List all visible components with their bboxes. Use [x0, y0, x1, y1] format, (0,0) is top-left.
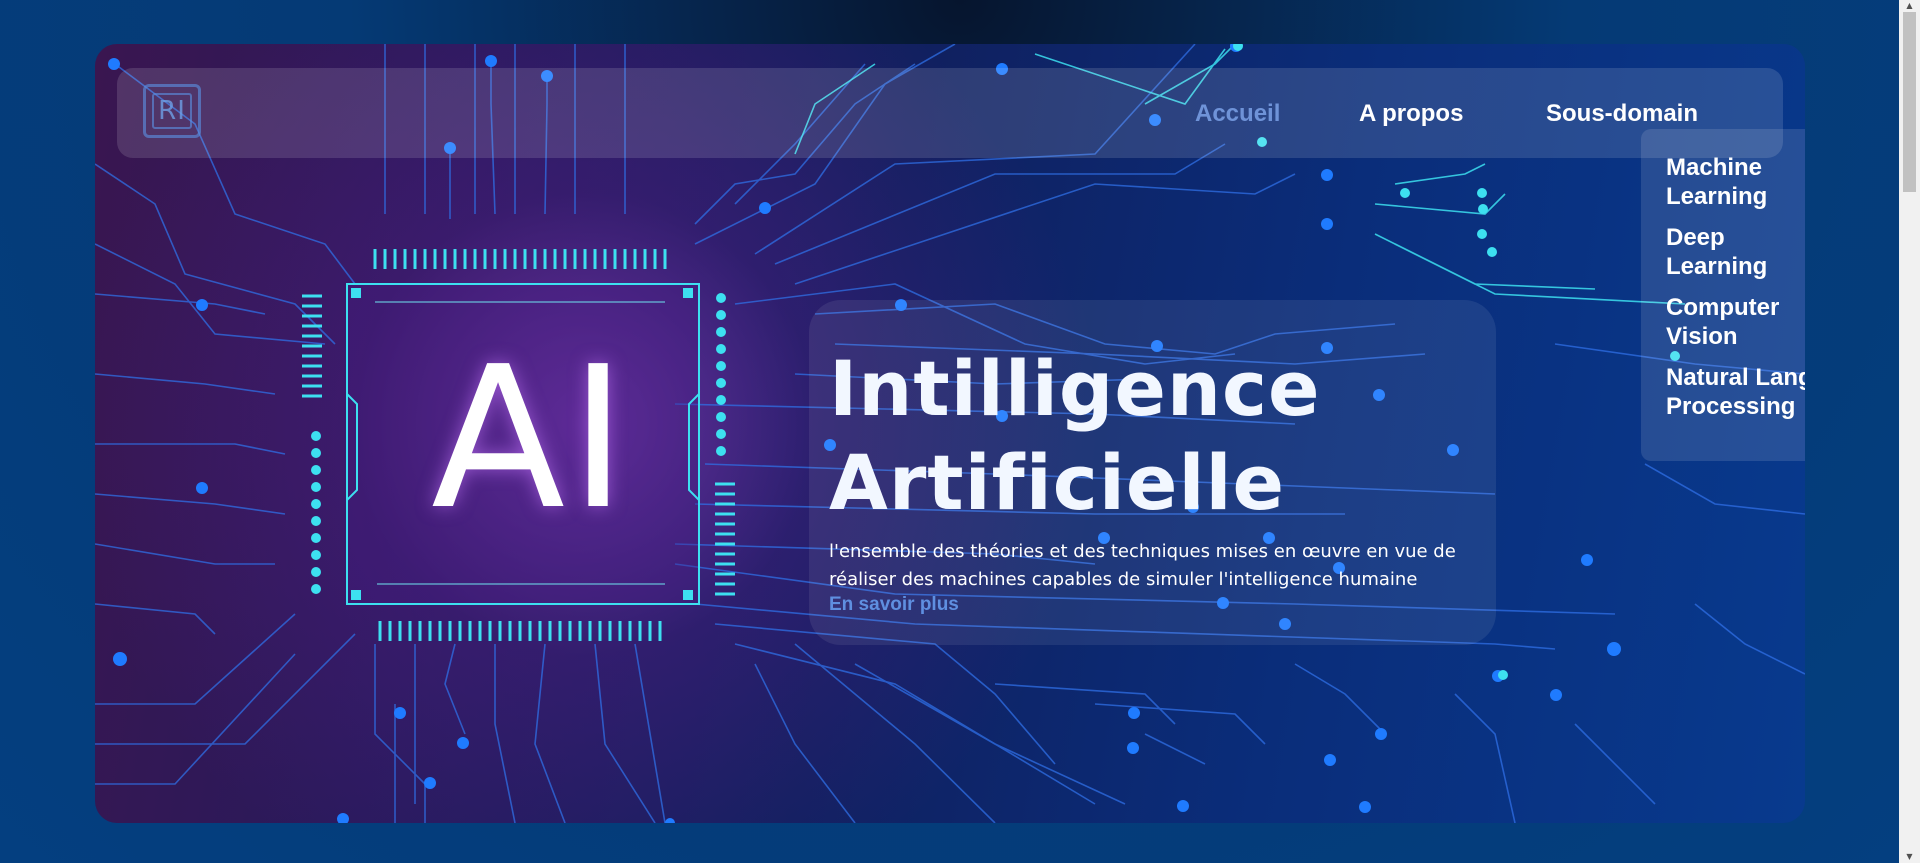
dropdown-item-label: Computer — [1666, 294, 1780, 321]
site-logo[interactable]: RI — [143, 84, 201, 138]
dropdown-item-computer-vision[interactable]: Computer Vision — [1666, 293, 1779, 351]
chip-ai-label: AI — [431, 325, 631, 553]
dropdown-item-label: Deep — [1666, 224, 1725, 251]
top-navbar: RI Accueil A propos Sous-domain — [117, 68, 1783, 158]
hero-title-line-2: Artificielle — [829, 438, 1286, 527]
hero-description-line-2: réaliser des machines capables de simule… — [829, 569, 1418, 590]
dropdown-item-label: Natural Language — [1666, 364, 1805, 391]
dropdown-item-deep-learning[interactable]: Deep Learning — [1666, 223, 1767, 281]
hero-banner: AI RI Accueil A propos Sous-domain Machi… — [95, 44, 1805, 823]
learn-more-link[interactable]: En savoir plus — [829, 594, 959, 616]
dropdown-item-label: Learning — [1666, 183, 1768, 210]
page-scrollbar[interactable]: ▲ ▼ — [1899, 0, 1920, 863]
triangle-down-icon[interactable]: ▼ — [1899, 851, 1920, 863]
dropdown-item-label: Machine — [1666, 154, 1763, 181]
dropdown-item-label: Learning — [1666, 253, 1768, 280]
dropdown-item-machine-learning[interactable]: Machine Learning — [1666, 153, 1767, 211]
hero-description: l'ensemble des théories et des technique… — [829, 538, 1479, 594]
nav-link-sous-domain[interactable]: Sous-domain — [1546, 100, 1698, 128]
hero-text-card: Intilligence Artificielle l'ensemble des… — [809, 300, 1496, 645]
nav-link-accueil[interactable]: Accueil — [1195, 100, 1280, 128]
scrollbar-thumb[interactable] — [1903, 12, 1916, 192]
dropdown-item-label: Vision — [1666, 323, 1738, 350]
hero-title: Intilligence Artificielle — [829, 342, 1489, 530]
dropdown-item-label: Processing — [1666, 393, 1796, 420]
triangle-up-icon[interactable]: ▲ — [1899, 0, 1920, 12]
dropdown-item-natural-language-processing[interactable]: Natural Language Processing — [1666, 363, 1805, 421]
hero-description-line-1: l'ensemble des théories et des technique… — [829, 541, 1456, 562]
sous-domain-dropdown-menu: Machine Learning Deep Learning Computer … — [1641, 129, 1805, 461]
logo-monogram: RI — [152, 93, 192, 129]
nav-link-a-propos[interactable]: A propos — [1359, 100, 1463, 128]
hero-title-line-1: Intilligence — [829, 344, 1321, 433]
